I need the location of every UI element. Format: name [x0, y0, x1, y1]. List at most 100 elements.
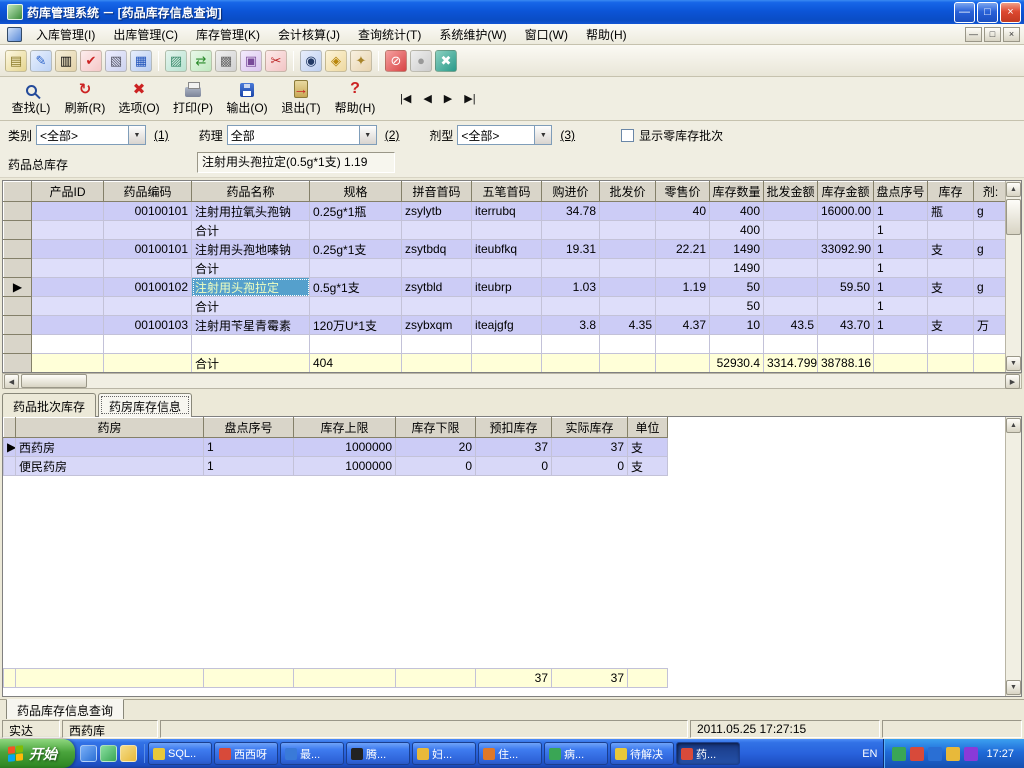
child-minimize-button[interactable]: —: [965, 26, 982, 42]
task-teng[interactable]: 腾...: [346, 742, 410, 765]
output-button[interactable]: 输出(O): [220, 78, 274, 118]
tray-icon-4[interactable]: [946, 746, 961, 761]
column-header[interactable]: [3, 417, 16, 438]
table-icon[interactable]: [215, 49, 237, 72]
column-header[interactable]: 库存下限: [395, 417, 476, 438]
main-vertical-scrollbar[interactable]: ▲ ▼: [1005, 181, 1021, 372]
table-row[interactable]: [3, 334, 1008, 354]
task-zhu[interactable]: 住...: [478, 742, 542, 765]
column-header[interactable]: 购进价: [541, 181, 600, 202]
child-close-button[interactable]: ×: [1003, 26, 1020, 42]
h-scrollbar-thumb[interactable]: [21, 374, 87, 388]
column-header[interactable]: 药房: [15, 417, 204, 438]
table-row[interactable]: 00100101 注射用拉氧头孢钠 0.25g*1瓶 zsylytb iterrubq 3…: [3, 201, 1008, 221]
column-header[interactable]: 盘点序号: [873, 181, 928, 202]
column-header[interactable]: 批发金额: [763, 181, 818, 202]
table-row[interactable]: ▶ 00100102 注射用头孢拉定 0.5g*1支 zsytbld iteubrp 1.0…: [3, 277, 1008, 297]
stop-icon[interactable]: [385, 49, 407, 72]
column-header[interactable]: 库存上限: [293, 417, 396, 438]
save-icon[interactable]: [130, 49, 152, 72]
maximize-button[interactable]: □: [977, 1, 998, 23]
grid-icon[interactable]: [240, 49, 262, 72]
report-icon[interactable]: [165, 49, 187, 72]
show-zero-stock-checkbox[interactable]: [621, 128, 635, 142]
tray-icon-5[interactable]: [964, 746, 979, 761]
chevron-down-icon[interactable]: [358, 126, 376, 144]
column-header[interactable]: 批发价: [599, 181, 656, 202]
quick-launch-icon-3[interactable]: [120, 745, 137, 762]
options-button[interactable]: 选项(O): [112, 78, 166, 118]
export-icon[interactable]: [190, 49, 212, 72]
table-row[interactable]: 合计 400 1: [3, 220, 1008, 240]
task-bing[interactable]: 病...: [544, 742, 608, 765]
next-record-button[interactable]: ▶: [444, 92, 452, 105]
detail-vertical-scrollbar[interactable]: ▲ ▼: [1005, 417, 1021, 696]
main-inventory-table[interactable]: 产品ID 药品编码 药品名称 规格 拼音首码 五笔首码 购进价 批发价 零售价 库存数量 批发金额库…: [3, 181, 1008, 372]
delete-icon[interactable]: [435, 49, 457, 72]
pause-icon[interactable]: [410, 49, 432, 72]
table-row[interactable]: ▶ 西药房 1 1000000 20 37 37 支: [3, 437, 668, 457]
column-header[interactable]: 药品编码: [103, 181, 192, 202]
pharmacology-select[interactable]: 全部: [226, 125, 377, 145]
approve-icon[interactable]: [80, 49, 102, 72]
clipboard-icon[interactable]: [105, 49, 127, 72]
tab-pharmacy-stock[interactable]: 药房库存信息: [98, 393, 193, 417]
category-select[interactable]: <全部>: [36, 125, 147, 145]
column-header[interactable]: 预扣库存: [475, 417, 552, 438]
menu-inventory[interactable]: 库存管理(K): [187, 24, 269, 45]
dosage-form-select[interactable]: <全部>: [457, 125, 553, 145]
task-sql[interactable]: SQL..: [148, 742, 212, 765]
menu-system-maintenance[interactable]: 系统维护(W): [430, 24, 515, 45]
menu-help[interactable]: 帮助(H): [577, 24, 636, 45]
find-button[interactable]: 查找(L): [4, 78, 58, 118]
scroll-down-icon[interactable]: ▼: [1006, 680, 1021, 695]
last-record-button[interactable]: ▶|: [464, 92, 475, 105]
main-horizontal-scrollbar[interactable]: ◀ ▶: [2, 373, 1022, 389]
menu-inbound[interactable]: 入库管理(I): [27, 24, 104, 45]
tray-icon-3[interactable]: [928, 746, 943, 761]
scroll-right-icon[interactable]: ▶: [1005, 374, 1020, 389]
menu-query-stats[interactable]: 查询统计(T): [349, 24, 430, 45]
start-button[interactable]: 开始: [0, 739, 75, 768]
search-icon[interactable]: [300, 49, 322, 72]
key-icon[interactable]: [350, 49, 372, 72]
column-header[interactable]: 规格: [309, 181, 402, 202]
task-pending[interactable]: 待解决: [610, 742, 674, 765]
column-header[interactable]: 实际库存: [551, 417, 628, 438]
lock-icon[interactable]: [325, 49, 347, 72]
chevron-down-icon[interactable]: [534, 126, 552, 144]
task-xixiya[interactable]: 西西呀: [214, 742, 278, 765]
open-icon[interactable]: [5, 49, 27, 72]
close-button[interactable]: ×: [1000, 1, 1021, 23]
pharmacy-stock-table[interactable]: 药房 盘点序号 库存上限 库存下限 预扣库存 实际库存 单位 ▶ 西药房 1 1000000 20 3…: [3, 417, 668, 476]
table-row[interactable]: 合计 404 52930.4 3314.799 38788.16: [3, 353, 1008, 372]
column-header[interactable]: 拼音首码: [401, 181, 472, 202]
column-header[interactable]: 库存: [927, 181, 974, 202]
table-row[interactable]: 合计 1490 1: [3, 258, 1008, 278]
table-row[interactable]: 37 37: [3, 668, 668, 688]
child-window-icon[interactable]: [7, 26, 22, 42]
child-restore-button[interactable]: □: [984, 26, 1001, 42]
column-header[interactable]: 五笔首码: [471, 181, 542, 202]
menu-accounting[interactable]: 会计核算(J): [269, 24, 349, 45]
print-button[interactable]: 打印(P): [166, 78, 220, 118]
minimize-button[interactable]: —: [954, 1, 975, 23]
task-pharmacy-active[interactable]: 药...: [676, 742, 740, 765]
column-header[interactable]: [3, 181, 32, 202]
column-header[interactable]: 盘点序号: [203, 417, 294, 438]
scroll-down-icon[interactable]: ▼: [1006, 356, 1021, 371]
table-row[interactable]: 00100101 注射用头孢地嗪钠 0.25g*1支 zsytbdq iteubfkq 1…: [3, 239, 1008, 259]
column-header[interactable]: 药品名称: [191, 181, 310, 202]
edit-icon[interactable]: [30, 49, 52, 72]
chevron-down-icon[interactable]: [128, 126, 146, 144]
menu-outbound[interactable]: 出库管理(C): [104, 24, 187, 45]
table-row[interactable]: 合计 50 1: [3, 296, 1008, 316]
task-fu[interactable]: 妇...: [412, 742, 476, 765]
task-zui[interactable]: 最...: [280, 742, 344, 765]
exit-button[interactable]: 退出(T): [274, 78, 328, 118]
column-header[interactable]: 剂:: [973, 181, 1008, 202]
cut-icon[interactable]: [265, 49, 287, 72]
scroll-up-icon[interactable]: ▲: [1006, 182, 1021, 197]
menu-window[interactable]: 窗口(W): [516, 24, 577, 45]
tab-batch-stock[interactable]: 药品批次库存: [2, 393, 97, 417]
